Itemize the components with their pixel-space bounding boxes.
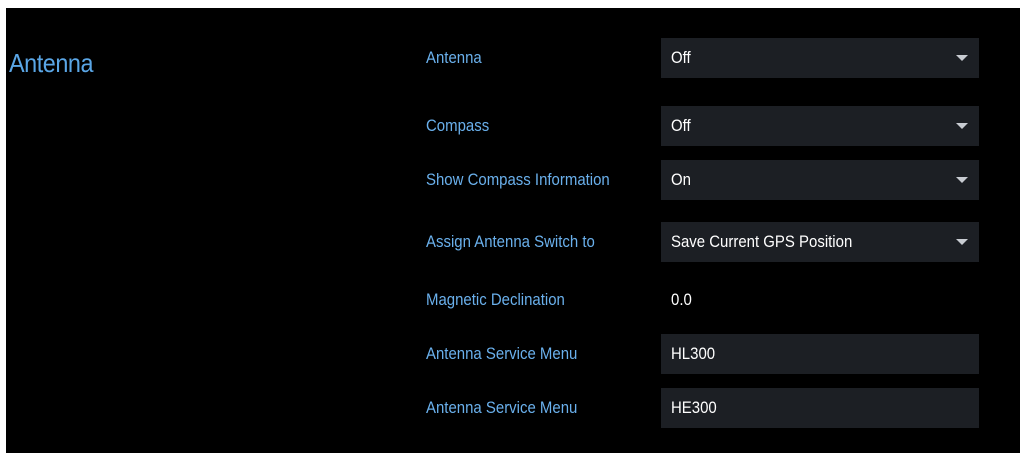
antenna-service-menu-hl300-button[interactable]: HL300 — [661, 334, 979, 374]
magnetic-declination-value[interactable]: 0.0 — [671, 280, 692, 320]
compass-dropdown-value: Off — [671, 116, 691, 135]
antenna-dropdown[interactable]: Off — [661, 38, 979, 78]
antenna-service-menu-he300-value: HE300 — [671, 398, 717, 417]
assign-antenna-switch-dropdown[interactable]: Save Current GPS Position — [661, 222, 979, 262]
antenna-dropdown-value: Off — [671, 48, 691, 67]
setting-row-antenna-service-menu-hl300: Antenna Service Menu HL300 — [6, 334, 1020, 374]
assign-antenna-switch-dropdown-value: Save Current GPS Position — [671, 232, 853, 251]
antenna-service-menu-label: Antenna Service Menu — [426, 398, 578, 417]
assign-antenna-switch-label: Assign Antenna Switch to — [426, 232, 595, 251]
setting-row-antenna-service-menu-he300: Antenna Service Menu HE300 — [6, 388, 1020, 428]
setting-row-show-compass-information: Show Compass Information On — [6, 160, 1020, 200]
chevron-down-icon — [956, 177, 968, 183]
setting-row-compass: Compass Off — [6, 106, 1020, 146]
antenna-service-menu-he300-button[interactable]: HE300 — [661, 388, 979, 428]
antenna-service-menu-hl300-value: HL300 — [671, 344, 716, 363]
compass-label: Compass — [426, 116, 490, 135]
setting-row-assign-antenna-switch: Assign Antenna Switch to Save Current GP… — [6, 222, 1020, 262]
setting-row-antenna: Antenna Off — [6, 38, 1020, 78]
antenna-label: Antenna — [426, 48, 482, 67]
magnetic-declination-label: Magnetic Declination — [426, 290, 565, 309]
compass-dropdown[interactable]: Off — [661, 106, 979, 146]
chevron-down-icon — [956, 239, 968, 245]
show-compass-information-label: Show Compass Information — [426, 170, 610, 189]
antenna-service-menu-label: Antenna Service Menu — [426, 344, 578, 363]
chevron-down-icon — [956, 123, 968, 129]
show-compass-information-dropdown[interactable]: On — [661, 160, 979, 200]
chevron-down-icon — [956, 55, 968, 61]
setting-row-magnetic-declination: Magnetic Declination 0.0 — [6, 280, 1020, 320]
antenna-settings-panel: Antenna Antenna Off Compass Off Show Com… — [6, 8, 1020, 453]
show-compass-information-dropdown-value: On — [671, 170, 691, 189]
